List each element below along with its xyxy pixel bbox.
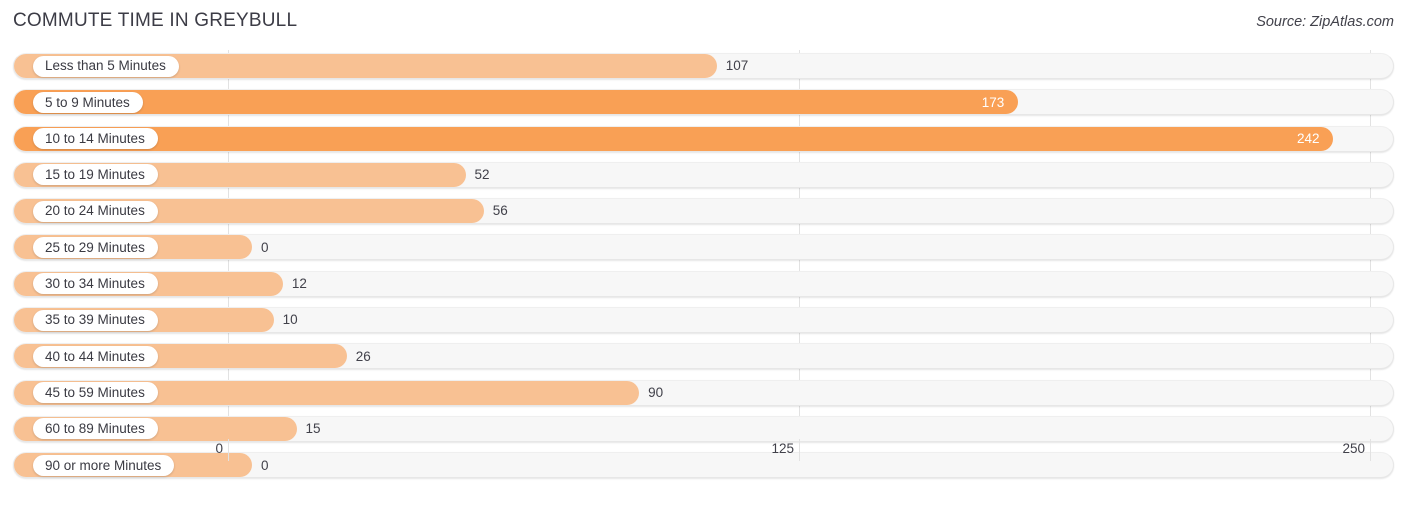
category-label-text: 10 to 14 Minutes	[45, 130, 145, 146]
category-label-text: 45 to 59 Minutes	[45, 384, 145, 400]
category-label-text: 15 to 19 Minutes	[45, 167, 145, 183]
chart-container: COMMUTE TIME IN GREYBULL Source: ZipAtla…	[0, 0, 1406, 523]
bar[interactable]	[14, 90, 1019, 115]
bar-row: 10 to 14 Minutes 242	[0, 123, 1406, 159]
bar-rows: Less than 5 Minutes 107 5 to 9 Minutes 173 1…	[0, 50, 1406, 486]
bar-row: 35 to 39 Minutes 10	[0, 304, 1406, 340]
x-axis-tick-label: 250	[1342, 441, 1365, 456]
bar-row: 30 to 34 Minutes 12	[0, 268, 1406, 304]
bar-value-label: 52	[474, 167, 490, 183]
bar-row: Less than 5 Minutes 107	[0, 50, 1406, 86]
plot-area: Less than 5 Minutes 107 5 to 9 Minutes 173 1…	[0, 50, 1406, 487]
x-axis-tick-label: 0	[215, 441, 223, 456]
bar-value-label: 90	[648, 384, 664, 400]
bar[interactable]	[14, 126, 1334, 151]
category-label-text: 30 to 34 Minutes	[45, 276, 145, 292]
bar-row: 45 to 59 Minutes 90	[0, 377, 1406, 413]
bar-row: 5 to 9 Minutes 173	[0, 86, 1406, 122]
category-label: 40 to 44 Minutes	[33, 345, 158, 367]
category-label: 45 to 59 Minutes	[33, 382, 158, 404]
bar-value-label: 0	[261, 239, 269, 255]
tick-mark	[228, 439, 229, 461]
x-axis: 0 125 250	[0, 439, 1406, 487]
category-label: 10 to 14 Minutes	[33, 128, 158, 150]
tick-mark	[799, 439, 800, 461]
tick-mark	[1370, 439, 1371, 461]
bar-row: 40 to 44 Minutes 26	[0, 340, 1406, 376]
bar-value-label: 12	[291, 276, 307, 292]
category-label: 25 to 29 Minutes	[33, 236, 158, 258]
category-label-text: 60 to 89 Minutes	[45, 421, 145, 437]
category-label: Less than 5 Minutes	[33, 55, 179, 77]
category-label-text: 20 to 24 Minutes	[45, 203, 145, 219]
category-label-text: 5 to 9 Minutes	[45, 94, 130, 110]
category-label-text: 40 to 44 Minutes	[45, 348, 145, 364]
bar-row: 20 to 24 Minutes 56	[0, 195, 1406, 231]
page-title: COMMUTE TIME IN GREYBULL	[13, 10, 298, 31]
category-label-text: 25 to 29 Minutes	[45, 239, 145, 255]
category-label: 60 to 89 Minutes	[33, 418, 158, 440]
bar-value-label: 10	[282, 312, 298, 328]
category-label-text: Less than 5 Minutes	[45, 58, 166, 74]
x-axis-tick-label: 125	[771, 441, 794, 456]
bar-value-label: 56	[492, 203, 508, 219]
category-label: 15 to 19 Minutes	[33, 164, 158, 186]
bar-value-label: 15	[305, 421, 321, 437]
category-label: 30 to 34 Minutes	[33, 273, 158, 295]
bar-value-label: 107	[725, 58, 749, 74]
bar-row: 15 to 19 Minutes 52	[0, 159, 1406, 195]
bar-value-label: 26	[355, 348, 371, 364]
category-label: 5 to 9 Minutes	[33, 91, 143, 113]
bar-value-label: 173	[981, 94, 1005, 110]
source-attribution: Source: ZipAtlas.com	[1256, 14, 1394, 30]
bar-row: 25 to 29 Minutes 0	[0, 231, 1406, 267]
category-label: 35 to 39 Minutes	[33, 309, 158, 331]
category-label-text: 35 to 39 Minutes	[45, 312, 145, 328]
bar-value-label: 242	[1296, 130, 1320, 146]
category-label: 20 to 24 Minutes	[33, 200, 158, 222]
